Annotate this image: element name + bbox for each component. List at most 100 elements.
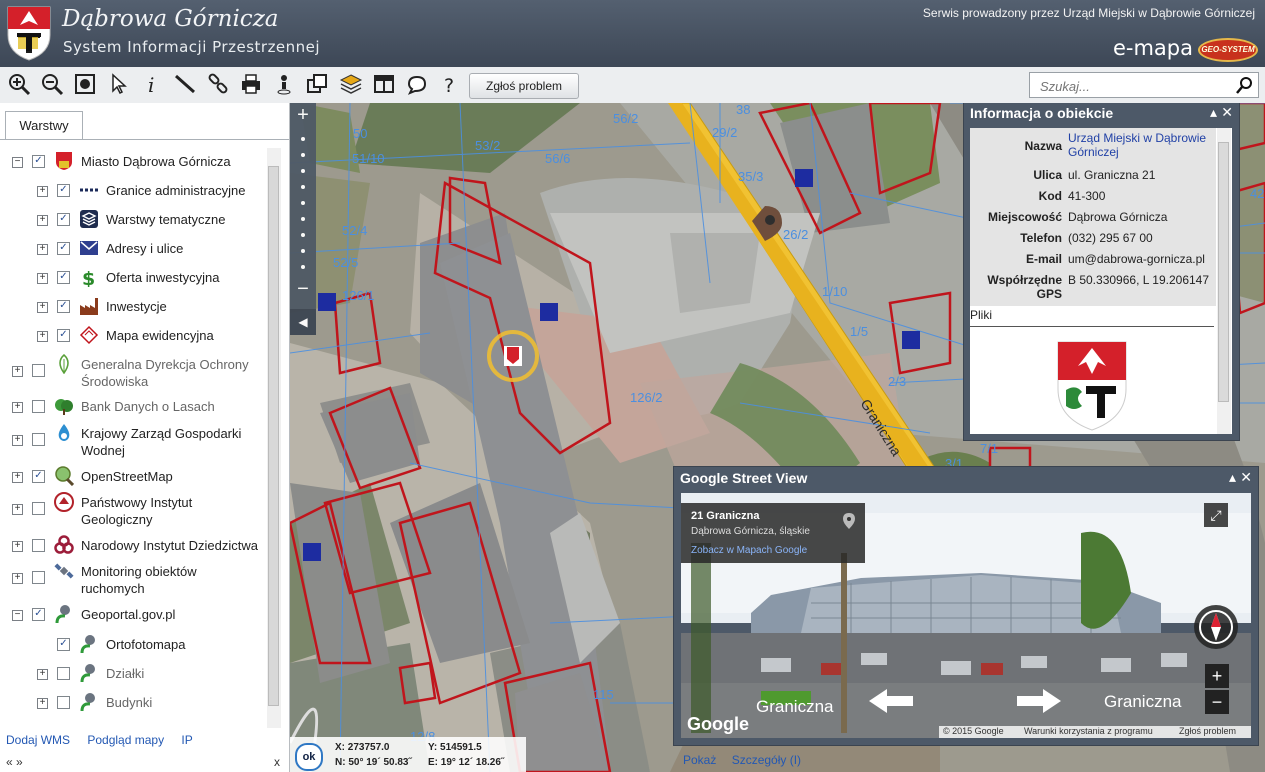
scrollbar-thumb[interactable] — [1218, 142, 1229, 402]
zoom-level-dot[interactable] — [301, 137, 305, 141]
close-icon[interactable]: ✕ — [1240, 469, 1252, 486]
panel-close-button[interactable]: x — [274, 755, 280, 769]
expand-toggle[interactable]: + — [12, 402, 23, 413]
ip-link[interactable]: IP — [181, 733, 192, 747]
full-extent-icon[interactable] — [73, 72, 97, 96]
layer-checkbox[interactable] — [32, 502, 45, 515]
collapse-toggle[interactable]: − — [12, 610, 23, 621]
details-link[interactable]: Szczegóły (I) — [732, 753, 801, 767]
layer-checkbox[interactable] — [32, 539, 45, 552]
street-zoom-in-button[interactable]: + — [1205, 664, 1229, 688]
zoom-minus-button[interactable]: − — [293, 279, 313, 299]
zoom-level-dot[interactable] — [301, 233, 305, 237]
zoom-out-icon[interactable] — [40, 72, 64, 96]
compass-icon[interactable] — [1192, 603, 1240, 651]
scrollbar-thumb[interactable] — [268, 166, 279, 706]
layer-checkbox[interactable]: ✓ — [32, 608, 45, 621]
zoom-in-icon[interactable] — [7, 72, 31, 96]
pointer-icon[interactable] — [107, 72, 131, 96]
zoom-level-dot[interactable] — [301, 153, 305, 157]
app-title: Dąbrowa Górnicza — [62, 6, 279, 32]
close-icon[interactable]: ✕ — [1221, 104, 1233, 121]
layer-checkbox[interactable]: ✓ — [57, 300, 70, 313]
collapse-toggle[interactable]: − — [12, 157, 23, 168]
layer-checkbox[interactable]: ✓ — [32, 155, 45, 168]
map-canvas[interactable]: 50 51/10 52/4 52/5 126/1 53/2 56/6 56/2 … — [290, 103, 1265, 772]
report-link[interactable]: Zgłoś problem — [1179, 726, 1236, 736]
layer-checkbox[interactable]: ✓ — [57, 271, 70, 284]
layer-checkbox[interactable] — [57, 667, 70, 680]
expand-toggle[interactable]: + — [37, 244, 48, 255]
zoom-plus-button[interactable]: + — [293, 105, 313, 125]
ok-button[interactable]: ok — [295, 743, 323, 771]
link-icon[interactable] — [206, 72, 230, 96]
layer-checkbox[interactable] — [32, 364, 45, 377]
expand-toggle[interactable]: + — [37, 331, 48, 342]
zoom-level-dot[interactable] — [301, 249, 305, 253]
search-box[interactable] — [1029, 72, 1259, 98]
info-scrollbar[interactable] — [1217, 128, 1231, 434]
expand-toggle[interactable]: + — [12, 472, 23, 483]
open-in-maps-link[interactable]: Zobacz w Mapach Google — [691, 545, 807, 556]
layer-checkbox[interactable]: ✓ — [57, 638, 70, 651]
expand-toggle[interactable]: + — [37, 669, 48, 680]
zoom-level-dot[interactable] — [301, 169, 305, 173]
layer-checkbox[interactable] — [32, 400, 45, 413]
layer-label: Granice administracyjne — [106, 183, 246, 198]
boundary-icon — [80, 188, 98, 192]
minimize-icon[interactable]: ▴ — [1229, 469, 1236, 486]
locate-icon[interactable] — [272, 72, 296, 96]
layer-checkbox[interactable] — [32, 433, 45, 446]
expand-toggle[interactable]: + — [12, 435, 23, 446]
expand-toggle[interactable]: + — [37, 302, 48, 313]
zoom-level-dot[interactable] — [301, 185, 305, 189]
svg-text:i: i — [148, 73, 154, 96]
street-view-image[interactable]: 21 Graniczna Dąbrowa Górnicza, śląskie Z… — [681, 493, 1251, 738]
minimize-icon[interactable]: ▴ — [1210, 104, 1217, 121]
add-wms-link[interactable]: Dodaj WMS — [6, 733, 70, 747]
layer-label: Oferta inwestycyjna — [106, 270, 220, 285]
report-problem-button[interactable]: Zgłoś problem — [469, 73, 579, 99]
compare-icon[interactable] — [305, 72, 329, 96]
info-icon[interactable]: i — [140, 72, 164, 96]
layer-checkbox[interactable]: ✓ — [57, 329, 70, 342]
fullscreen-icon[interactable]: ⤢ — [1204, 503, 1228, 527]
zoom-level-dot[interactable] — [301, 217, 305, 221]
search-icon[interactable] — [1236, 76, 1254, 94]
print-icon[interactable] — [239, 72, 263, 96]
map-preview-link[interactable]: Podgląd mapy — [87, 733, 164, 747]
layer-checkbox[interactable]: ✓ — [57, 184, 70, 197]
expand-toggle[interactable]: + — [12, 573, 23, 584]
measure-icon[interactable] — [173, 72, 197, 96]
layer-checkbox[interactable] — [57, 696, 70, 709]
layout-icon[interactable] — [372, 72, 396, 96]
collapse-panel-arrow-icon[interactable]: ◀ — [290, 309, 316, 335]
layer-checkbox[interactable] — [32, 571, 45, 584]
map-pin-icon[interactable] — [843, 513, 855, 529]
expand-toggle[interactable]: + — [37, 186, 48, 197]
search-input[interactable] — [1038, 76, 1232, 96]
expand-toggle[interactable]: + — [37, 215, 48, 226]
expand-toggle[interactable]: + — [12, 366, 23, 377]
terms-link[interactable]: Warunki korzystania z programu — [1024, 726, 1153, 736]
office-name-link[interactable]: Urząd Miejski w Dąbrowie Górniczej — [1068, 131, 1206, 159]
expand-toggle[interactable]: + — [12, 504, 23, 515]
zoom-level-dot[interactable] — [301, 201, 305, 205]
expand-toggle[interactable]: + — [12, 541, 23, 552]
comment-icon[interactable] — [405, 72, 429, 96]
expand-toggle[interactable]: + — [37, 273, 48, 284]
help-icon[interactable]: ? — [438, 72, 462, 96]
layers-icon[interactable] — [339, 72, 363, 96]
layer-scrollbar[interactable] — [267, 148, 281, 728]
expand-toggle[interactable]: + — [37, 698, 48, 709]
zoom-level-dot[interactable] — [301, 265, 305, 269]
layer-checkbox[interactable]: ✓ — [57, 242, 70, 255]
layer-checkbox[interactable]: ✓ — [57, 213, 70, 226]
tab-warstwy[interactable]: Warstwy — [5, 111, 83, 140]
layer-checkbox[interactable]: ✓ — [32, 470, 45, 483]
info-value: 41-300 — [1068, 189, 1106, 203]
panel-collapse-arrows[interactable]: « » — [6, 755, 23, 769]
zoom-slider[interactable]: + − ◀ — [290, 103, 316, 335]
show-link[interactable]: Pokaż — [683, 753, 716, 767]
street-zoom-out-button[interactable]: − — [1205, 690, 1229, 714]
